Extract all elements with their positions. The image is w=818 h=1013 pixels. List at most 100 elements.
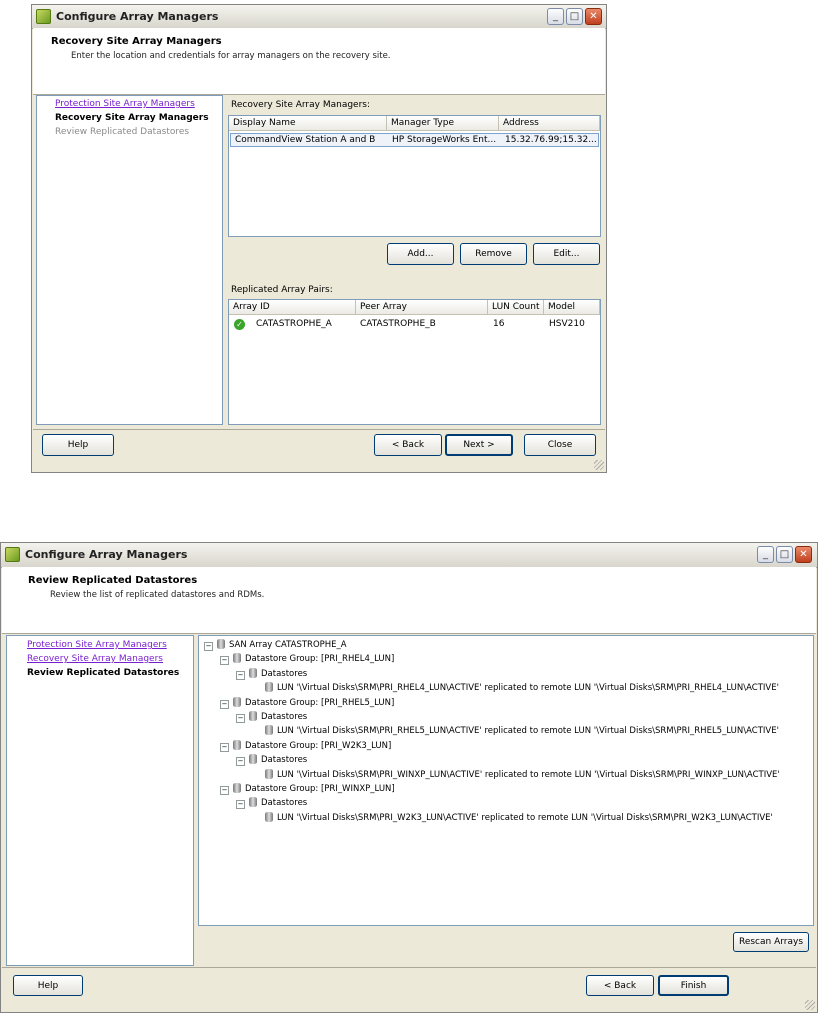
tree-node-datastores[interactable]: Datastores	[249, 711, 307, 724]
next-button[interactable]: Next >	[445, 434, 513, 456]
col-manager-type[interactable]: Manager Type	[387, 116, 499, 131]
collapse-toggle[interactable]: −	[220, 742, 229, 752]
table-row[interactable]: CommandView Station A and B HP StorageWo…	[230, 133, 599, 147]
datastores-icon	[249, 797, 257, 808]
wizard-header: Review Replicated Datastores Review the …	[2, 567, 816, 634]
lun-icon	[265, 768, 273, 779]
rescan-arrays-button[interactable]: Rescan Arrays	[733, 932, 809, 952]
tree-node-datastore-group[interactable]: Datastore Group: [PRI_RHEL5_LUN]	[233, 696, 395, 710]
collapse-toggle[interactable]: −	[220, 786, 229, 795]
collapse-toggle[interactable]: −	[236, 800, 245, 810]
tree-node-label: LUN '\Virtual Disks\SRM\PRI_W2K3_LUN\ACT…	[277, 812, 773, 823]
collapse-toggle[interactable]: −	[236, 714, 245, 723]
col-display-name[interactable]: Display Name	[229, 116, 387, 131]
remove-button[interactable]: Remove	[460, 243, 527, 265]
datastores-icon	[249, 754, 257, 765]
datastores-icon	[249, 711, 257, 721]
tree-node-datastore-group[interactable]: Datastore Group: [PRI_RHEL4_LUN]	[233, 653, 394, 666]
collapse-toggle[interactable]: −	[220, 699, 229, 709]
tree-node-label: Datastores	[261, 798, 308, 809]
title-bar[interactable]: Configure Array Managers _ □ ✕	[1, 543, 817, 568]
pairs-label: Replicated Array Pairs:	[231, 285, 333, 295]
datastore-group-icon	[233, 696, 241, 707]
tree-node-lun[interactable]: LUN '\Virtual Disks\SRM\PRI_RHEL4_LUN\AC…	[265, 682, 779, 695]
wizard-steps: Protection Site Array Managers Recovery …	[6, 635, 194, 966]
tree-node-lun[interactable]: LUN '\Virtual Disks\SRM\PRI_RHEL5_LUN\AC…	[265, 725, 779, 738]
header-subtitle: Review the list of replicated datastores…	[50, 590, 265, 600]
cell-model: HSV210	[549, 319, 585, 329]
wizard-steps: Protection Site Array Managers Recovery …	[36, 95, 223, 425]
configure-array-managers-window-2: Configure Array Managers _ □ ✕ Review Re…	[0, 542, 818, 1013]
help-button[interactable]: Help	[13, 975, 83, 996]
step-protection-site[interactable]: Protection Site Array Managers	[27, 640, 167, 650]
collapse-toggle[interactable]: −	[236, 757, 245, 767]
tree-node-label: LUN '\Virtual Disks\SRM\PRI_RHEL4_LUN\AC…	[277, 683, 779, 694]
col-array-id[interactable]: Array ID	[229, 300, 356, 315]
step-recovery-site[interactable]: Recovery Site Array Managers	[27, 654, 163, 664]
cell-peer-array: CATASTROPHE_B	[360, 319, 436, 329]
add-button[interactable]: Add...	[387, 243, 454, 265]
col-lun-count[interactable]: LUN Count	[488, 300, 544, 315]
collapse-toggle[interactable]: −	[204, 642, 213, 651]
maximize-button[interactable]: □	[566, 8, 583, 25]
tree-node-datastores[interactable]: Datastores	[249, 754, 307, 767]
datastore-group-icon	[233, 783, 241, 793]
resize-grip[interactable]	[805, 1000, 815, 1010]
help-button[interactable]: Help	[42, 434, 114, 456]
tree-node-label: SAN Array CATASTROPHE_A	[229, 640, 347, 650]
maximize-button[interactable]: □	[776, 546, 793, 563]
header-title: Review Replicated Datastores	[28, 575, 198, 586]
datastore-group-icon	[233, 653, 241, 664]
datastores-icon	[249, 667, 257, 678]
datastore-tree[interactable]: − SAN Array CATASTROPHE_A − Datastore Group…	[198, 635, 814, 926]
managers-label: Recovery Site Array Managers:	[231, 100, 371, 110]
minimize-button[interactable]: _	[757, 546, 774, 563]
tree-node-datastores[interactable]: Datastores	[249, 797, 307, 810]
tree-node-lun[interactable]: LUN '\Virtual Disks\SRM\PRI_W2K3_LUN\ACT…	[265, 811, 773, 825]
app-icon	[36, 9, 51, 24]
tree-node-label: Datastores	[261, 755, 308, 766]
lun-icon	[265, 682, 273, 693]
storage-array-icon	[217, 639, 225, 649]
resize-grip[interactable]	[594, 460, 604, 470]
title-bar[interactable]: Configure Array Managers _ □ ✕	[32, 5, 606, 29]
finish-button[interactable]: Finish	[658, 975, 729, 996]
close-window-button[interactable]: ✕	[585, 8, 602, 25]
back-button[interactable]: < Back	[586, 975, 654, 996]
back-button[interactable]: < Back	[374, 434, 442, 456]
step-recovery-site: Recovery Site Array Managers	[55, 113, 209, 123]
lun-icon	[265, 811, 273, 822]
cell-array-id: CATASTROPHE_A	[256, 319, 332, 329]
lun-icon	[265, 725, 273, 736]
collapse-toggle[interactable]: −	[236, 670, 245, 680]
tree-node-datastores[interactable]: Datastores	[249, 667, 307, 681]
tree-node-datastore-group[interactable]: Datastore Group: [PRI_W2K3_LUN]	[233, 739, 392, 753]
tree-node-lun[interactable]: LUN '\Virtual Disks\SRM\PRI_WINXP_LUN\AC…	[265, 768, 780, 782]
configure-array-managers-window-1: Configure Array Managers _ □ ✕ Recovery …	[31, 4, 607, 473]
table-row[interactable]: ✓ CATASTROPHE_A CATASTROPHE_B 16 HSV210	[230, 317, 599, 331]
pairs-list[interactable]: Array ID Peer Array LUN Count Model ✓ CA…	[228, 299, 601, 425]
window-title: Configure Array Managers	[25, 548, 188, 561]
tree-node-label: Datastore Group: [PRI_RHEL5_LUN]	[245, 697, 395, 708]
tree-node-label: Datastores	[261, 712, 308, 722]
col-address[interactable]: Address	[499, 116, 600, 131]
cell-address: 15.32.76.99;15.32...	[505, 135, 597, 145]
step-review-datastores: Review Replicated Datastores	[55, 127, 190, 137]
managers-list[interactable]: Display Name Manager Type Address Comman…	[228, 115, 601, 237]
tree-node-label: LUN '\Virtual Disks\SRM\PRI_WINXP_LUN\AC…	[277, 769, 780, 780]
tree-node-datastore-group[interactable]: Datastore Group: [PRI_WINXP_LUN]	[233, 783, 395, 796]
minimize-button[interactable]: _	[547, 8, 564, 25]
close-window-button[interactable]: ✕	[795, 546, 812, 563]
collapse-toggle[interactable]: −	[220, 656, 229, 666]
step-protection-site[interactable]: Protection Site Array Managers	[55, 99, 195, 109]
col-peer-array[interactable]: Peer Array	[356, 300, 488, 315]
close-button[interactable]: Close	[524, 434, 596, 456]
tree-node-label: Datastore Group: [PRI_W2K3_LUN]	[245, 740, 392, 751]
cell-manager-type: HP StorageWorks Ent...	[392, 135, 497, 145]
app-icon	[5, 547, 20, 562]
tree-node-san-array[interactable]: SAN Array CATASTROPHE_A	[217, 639, 347, 652]
edit-button[interactable]: Edit...	[533, 243, 600, 265]
col-model[interactable]: Model	[544, 300, 600, 315]
header-title: Recovery Site Array Managers	[51, 36, 222, 47]
window-title: Configure Array Managers	[56, 10, 219, 23]
